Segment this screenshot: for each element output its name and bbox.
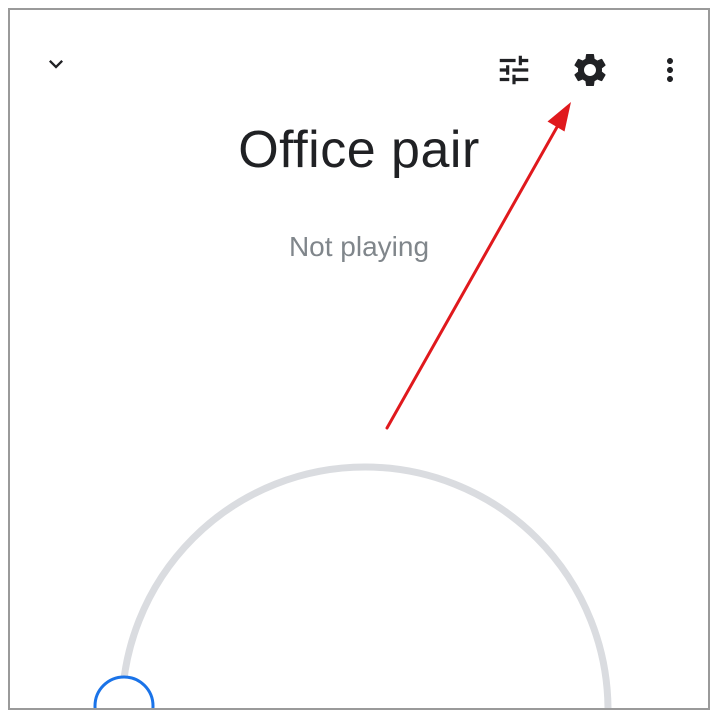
volume-handle[interactable] bbox=[93, 675, 155, 710]
app-screen: Office pair Not playing bbox=[8, 8, 710, 710]
volume-track[interactable] bbox=[118, 463, 612, 710]
volume-and-annotation-layer bbox=[93, 102, 612, 710]
annotation-arrow bbox=[385, 102, 571, 430]
